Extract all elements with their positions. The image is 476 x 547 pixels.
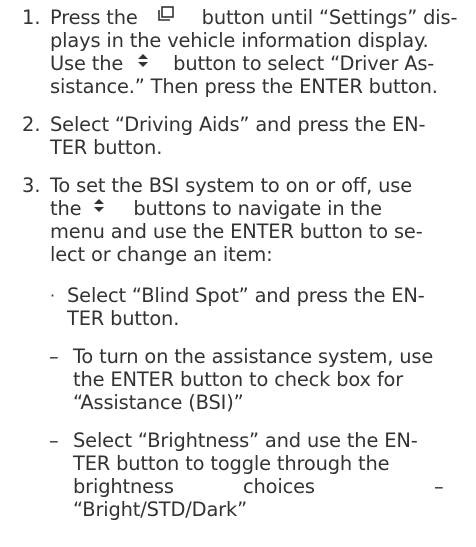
step-text-line: TER button. [50,136,163,159]
step-number: 3. [22,174,41,197]
substep-text-line: To turn on the assistance system, use [73,345,434,368]
step-text-line: sistance.” Then press the ENTER button. [50,75,438,98]
substep-text: brightness [73,475,174,498]
step-text: Press the [50,6,138,29]
substep-text-line: “Assistance (BSI)” [73,391,244,414]
up-down-arrow-icon [81,197,133,215]
step-text-line: To set the BSI system to on or off, use [50,174,413,197]
up-down-arrow-icon [123,52,173,70]
step-text-line: plays in the vehicle information display… [50,29,429,52]
dash-marker: – [49,429,59,452]
step-text: button until “Settings” dis- [201,6,458,29]
step-text: button to select “Driver As- [173,52,435,75]
display-mode-button-icon [148,6,192,24]
step-text-line: the buttons to navigate in the [50,197,382,220]
substep-text-line: TER button to toggle through the [73,452,390,475]
step-text: Use the [50,52,124,75]
bullet-marker: · [50,286,56,305]
step-number: 2. [22,113,41,136]
substep-text-line: brightness choices – [73,475,444,498]
substep-text: – [434,475,444,498]
substep-text-line: “Bright/STD/Dark” [73,498,247,521]
step-text-line: Select “Driving Aids” and press the EN- [50,113,426,136]
substep-text-line: TER button. [67,307,180,330]
step-text: buttons to navigate in the [133,197,382,220]
step-text-line: Use the button to select “Driver As- [50,52,434,75]
step-text: the [50,197,82,220]
step-number: 1. [22,6,41,29]
step-text-line: menu and use the ENTER button to se- [50,220,423,243]
step-text-line: lect or change an item: [50,243,273,266]
substep-text: choices [243,475,315,498]
substep-text-line: Select “Blind Spot” and press the EN- [67,284,425,307]
substep-text-line: the ENTER button to check box for [73,368,404,391]
dash-marker: – [49,345,59,368]
substep-text-line: Select “Brightness” and use the EN- [73,429,418,452]
step-text-line: Press the button until “Settings” dis- [50,6,457,29]
